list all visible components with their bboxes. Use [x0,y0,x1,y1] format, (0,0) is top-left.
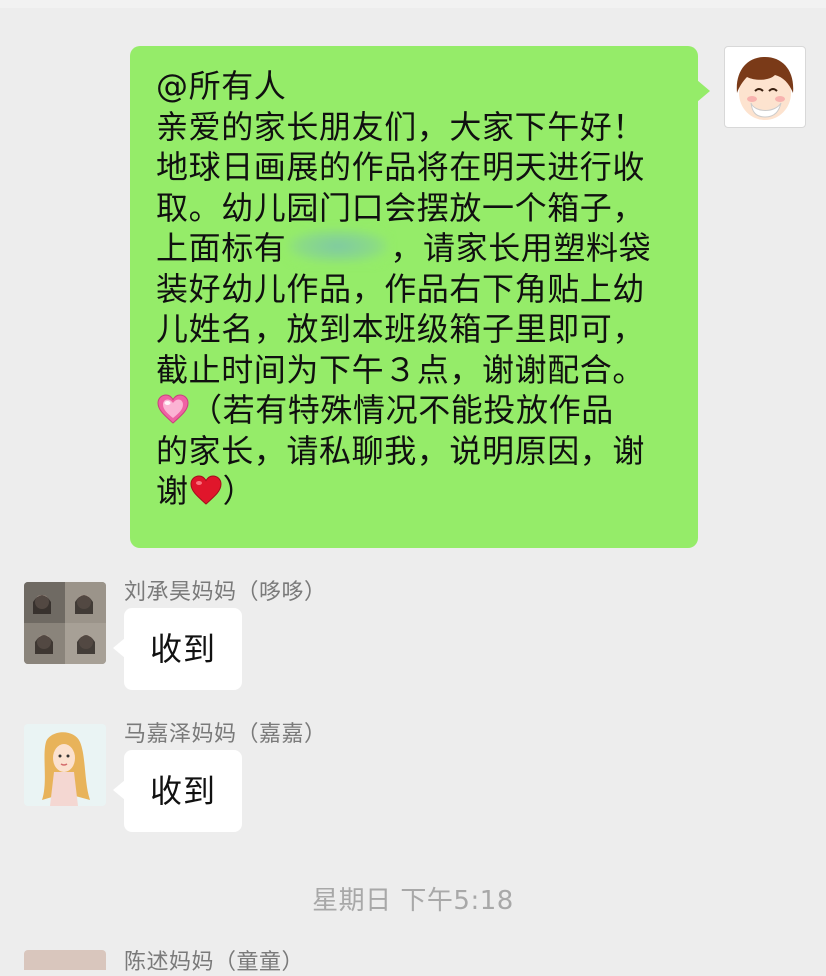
message-line: 儿姓名，放到本班级箱子里即可， [156,310,646,348]
avatar-chen[interactable] [24,950,106,970]
sender-name: 刘承昊妈妈（哆哆） [124,580,327,605]
message-text: 谢 [156,472,189,510]
message-text: ） [222,472,256,510]
mention-text: @所有人 [156,67,287,105]
redacted-text [288,229,389,263]
top-strip [0,0,826,8]
sender-name: 马嘉泽妈妈（嘉嘉） [124,722,327,747]
message-line: 上面标有 ，请家长用塑料袋 [156,228,674,269]
self-avatar[interactable] [724,46,806,128]
message-line: 亲爱的家长朋友们，大家下午好！ [156,107,646,146]
received-message-bubble[interactable]: 收到 [113,608,242,690]
sparkling-heart-emoji [156,393,190,425]
red-heart-emoji [189,474,223,506]
chat-timestamp: 星期日 下午5:18 [312,886,514,916]
message-text: 上面标有 [156,229,287,267]
sent-message-bubble[interactable]: @所有人 亲爱的家长朋友们，大家下午好！ 地球日画展的作品将在明天进行收 取。幼… [130,46,710,548]
message-line: （若有特殊情况不能投放作品 [156,390,674,431]
message-line: 地球日画展的作品将在明天进行收 [156,148,646,186]
message-line: 的家长，请私聊我，说明原因，谢 [156,431,646,470]
avatar-ma[interactable] [24,724,106,806]
message-line: 装好幼儿作品，作品右下角贴上幼 [156,269,646,308]
message-text: （若有特殊情况不能投放作品 [190,391,614,429]
message-line: 截止时间为下午３点，谢谢配合。 [156,350,646,389]
message-text: ，请家长用塑料袋 [390,229,652,267]
message-line: 谢） [156,471,674,512]
sender-name: 陈述妈妈（童童） [124,950,305,975]
avatar-liu[interactable] [24,582,106,664]
received-message-bubble[interactable]: 收到 [113,750,242,832]
message-line: 取。幼儿园门口会摆放一个箱子， [156,188,646,227]
